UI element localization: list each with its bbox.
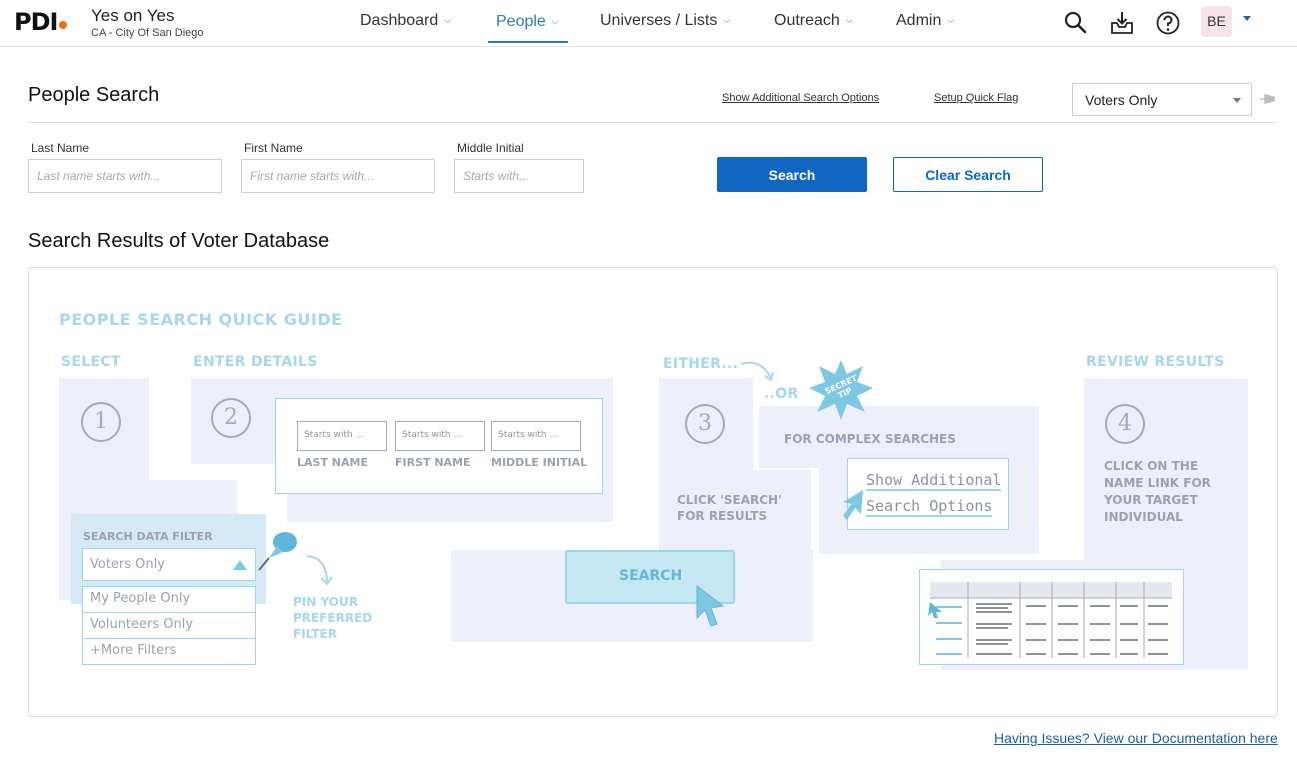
show-additional-line: Show Additional xyxy=(866,471,1002,491)
pin-filter-text: Pin your preferred filter xyxy=(293,595,373,641)
search-icon[interactable] xyxy=(1063,10,1089,36)
search-button[interactable]: Search xyxy=(717,157,867,192)
filter-selected-value: Voters Only xyxy=(1085,92,1158,108)
click-search-text: Click 'Search' for results xyxy=(677,493,782,523)
last-name-label: Last Name xyxy=(31,141,90,155)
step-or-label: ..Or xyxy=(764,386,799,402)
campaign-info[interactable]: Yes on Yes CA - City Of San Diego xyxy=(91,6,204,39)
mini-input: Starts with ... xyxy=(491,421,581,451)
campaign-location: CA - City Of San Diego xyxy=(91,27,204,39)
mini-input: Starts with ... xyxy=(395,421,485,451)
filter-heading: Search Data Filter xyxy=(83,530,213,543)
cursor-icon xyxy=(696,584,725,627)
filter-option: +More Filters xyxy=(82,638,256,665)
step-either-label: Either... xyxy=(663,356,739,372)
show-additional-search-options-link[interactable]: Show Additional Search Options xyxy=(722,92,879,104)
step-number: 1 xyxy=(81,402,121,442)
mini-label: First Name xyxy=(395,456,471,469)
arrow-icon xyxy=(740,361,774,382)
clear-search-button[interactable]: Clear Search xyxy=(893,157,1043,192)
show-additional-line: Search Options xyxy=(866,497,993,517)
mini-label: Middle Initial xyxy=(491,456,588,469)
results-title: Search Results of Voter Database xyxy=(28,230,330,252)
search-filter-select[interactable]: Voters Only xyxy=(1072,83,1252,116)
top-navbar: PDI Yes on Yes CA - City Of San Diego Da… xyxy=(0,0,1297,47)
documentation-link[interactable]: Having Issues? View our Documentation he… xyxy=(994,730,1278,746)
filter-option: My People Only xyxy=(82,586,256,613)
mini-input: Starts with ... xyxy=(297,421,387,451)
caret-up-icon xyxy=(233,560,247,570)
page-title: People Search xyxy=(28,84,160,106)
nav-outreach[interactable]: Outreach ⌵ xyxy=(774,12,853,30)
pdi-logo[interactable]: PDI xyxy=(14,8,68,36)
push-pin-icon xyxy=(258,532,297,571)
filter-option: Voters Only xyxy=(82,548,256,581)
step-enter-label: Enter Details xyxy=(193,354,318,370)
nav-universes-lists[interactable]: Universes / Lists ⌵ xyxy=(600,12,730,30)
caret-down-icon[interactable] xyxy=(1243,16,1251,21)
quick-guide-title: People Search Quick Guide xyxy=(59,310,343,329)
middle-initial-input[interactable] xyxy=(454,159,584,193)
step-review-label: Review Results xyxy=(1086,354,1225,370)
nav-active-indicator xyxy=(488,41,568,43)
pin-icon[interactable] xyxy=(1258,91,1276,107)
show-additional-illustration: Show Additional Search Options xyxy=(847,458,1009,530)
results-table-illustration xyxy=(919,569,1184,665)
step-select-label: Select xyxy=(61,354,121,370)
caret-down-icon xyxy=(1233,98,1241,103)
chevron-down-icon: ⌵ xyxy=(947,15,955,25)
review-results-text: Click on the name link for your target i… xyxy=(1104,459,1211,524)
last-name-input[interactable] xyxy=(28,159,222,193)
chevron-down-icon: ⌵ xyxy=(444,15,452,25)
chevron-down-icon: ⌵ xyxy=(551,16,559,26)
step-number: 4 xyxy=(1105,404,1145,444)
first-name-label: First Name xyxy=(244,141,303,155)
step-number: 3 xyxy=(685,404,725,444)
middle-initial-label: Middle Initial xyxy=(457,141,524,155)
arrow-icon xyxy=(306,555,333,586)
nav-admin[interactable]: Admin ⌵ xyxy=(896,12,954,30)
nav-dashboard[interactable]: Dashboard ⌵ xyxy=(360,12,451,30)
user-avatar[interactable]: BE xyxy=(1201,6,1232,37)
nav-people[interactable]: People ⌵ xyxy=(496,13,559,31)
campaign-name: Yes on Yes xyxy=(91,6,175,25)
cursor-icon xyxy=(843,490,863,520)
chevron-down-icon: ⌵ xyxy=(723,15,731,25)
first-name-input[interactable] xyxy=(241,159,435,193)
setup-quick-flag-link[interactable]: Setup Quick Flag xyxy=(934,92,1018,104)
help-icon[interactable] xyxy=(1155,10,1181,36)
chevron-down-icon: ⌵ xyxy=(845,15,853,25)
results-panel: People Search Quick Guide Select Enter D… xyxy=(28,267,1278,717)
step-number: 2 xyxy=(211,398,251,438)
section-divider xyxy=(28,122,1277,123)
table-illustration-lines xyxy=(928,582,1172,658)
search-illustration-label: Search xyxy=(619,568,683,584)
mini-label: Last Name xyxy=(297,456,368,469)
filter-option: Volunteers Only xyxy=(82,612,256,639)
complex-searches-text: For complex searches xyxy=(784,432,956,446)
download-tray-icon[interactable] xyxy=(1109,10,1135,36)
